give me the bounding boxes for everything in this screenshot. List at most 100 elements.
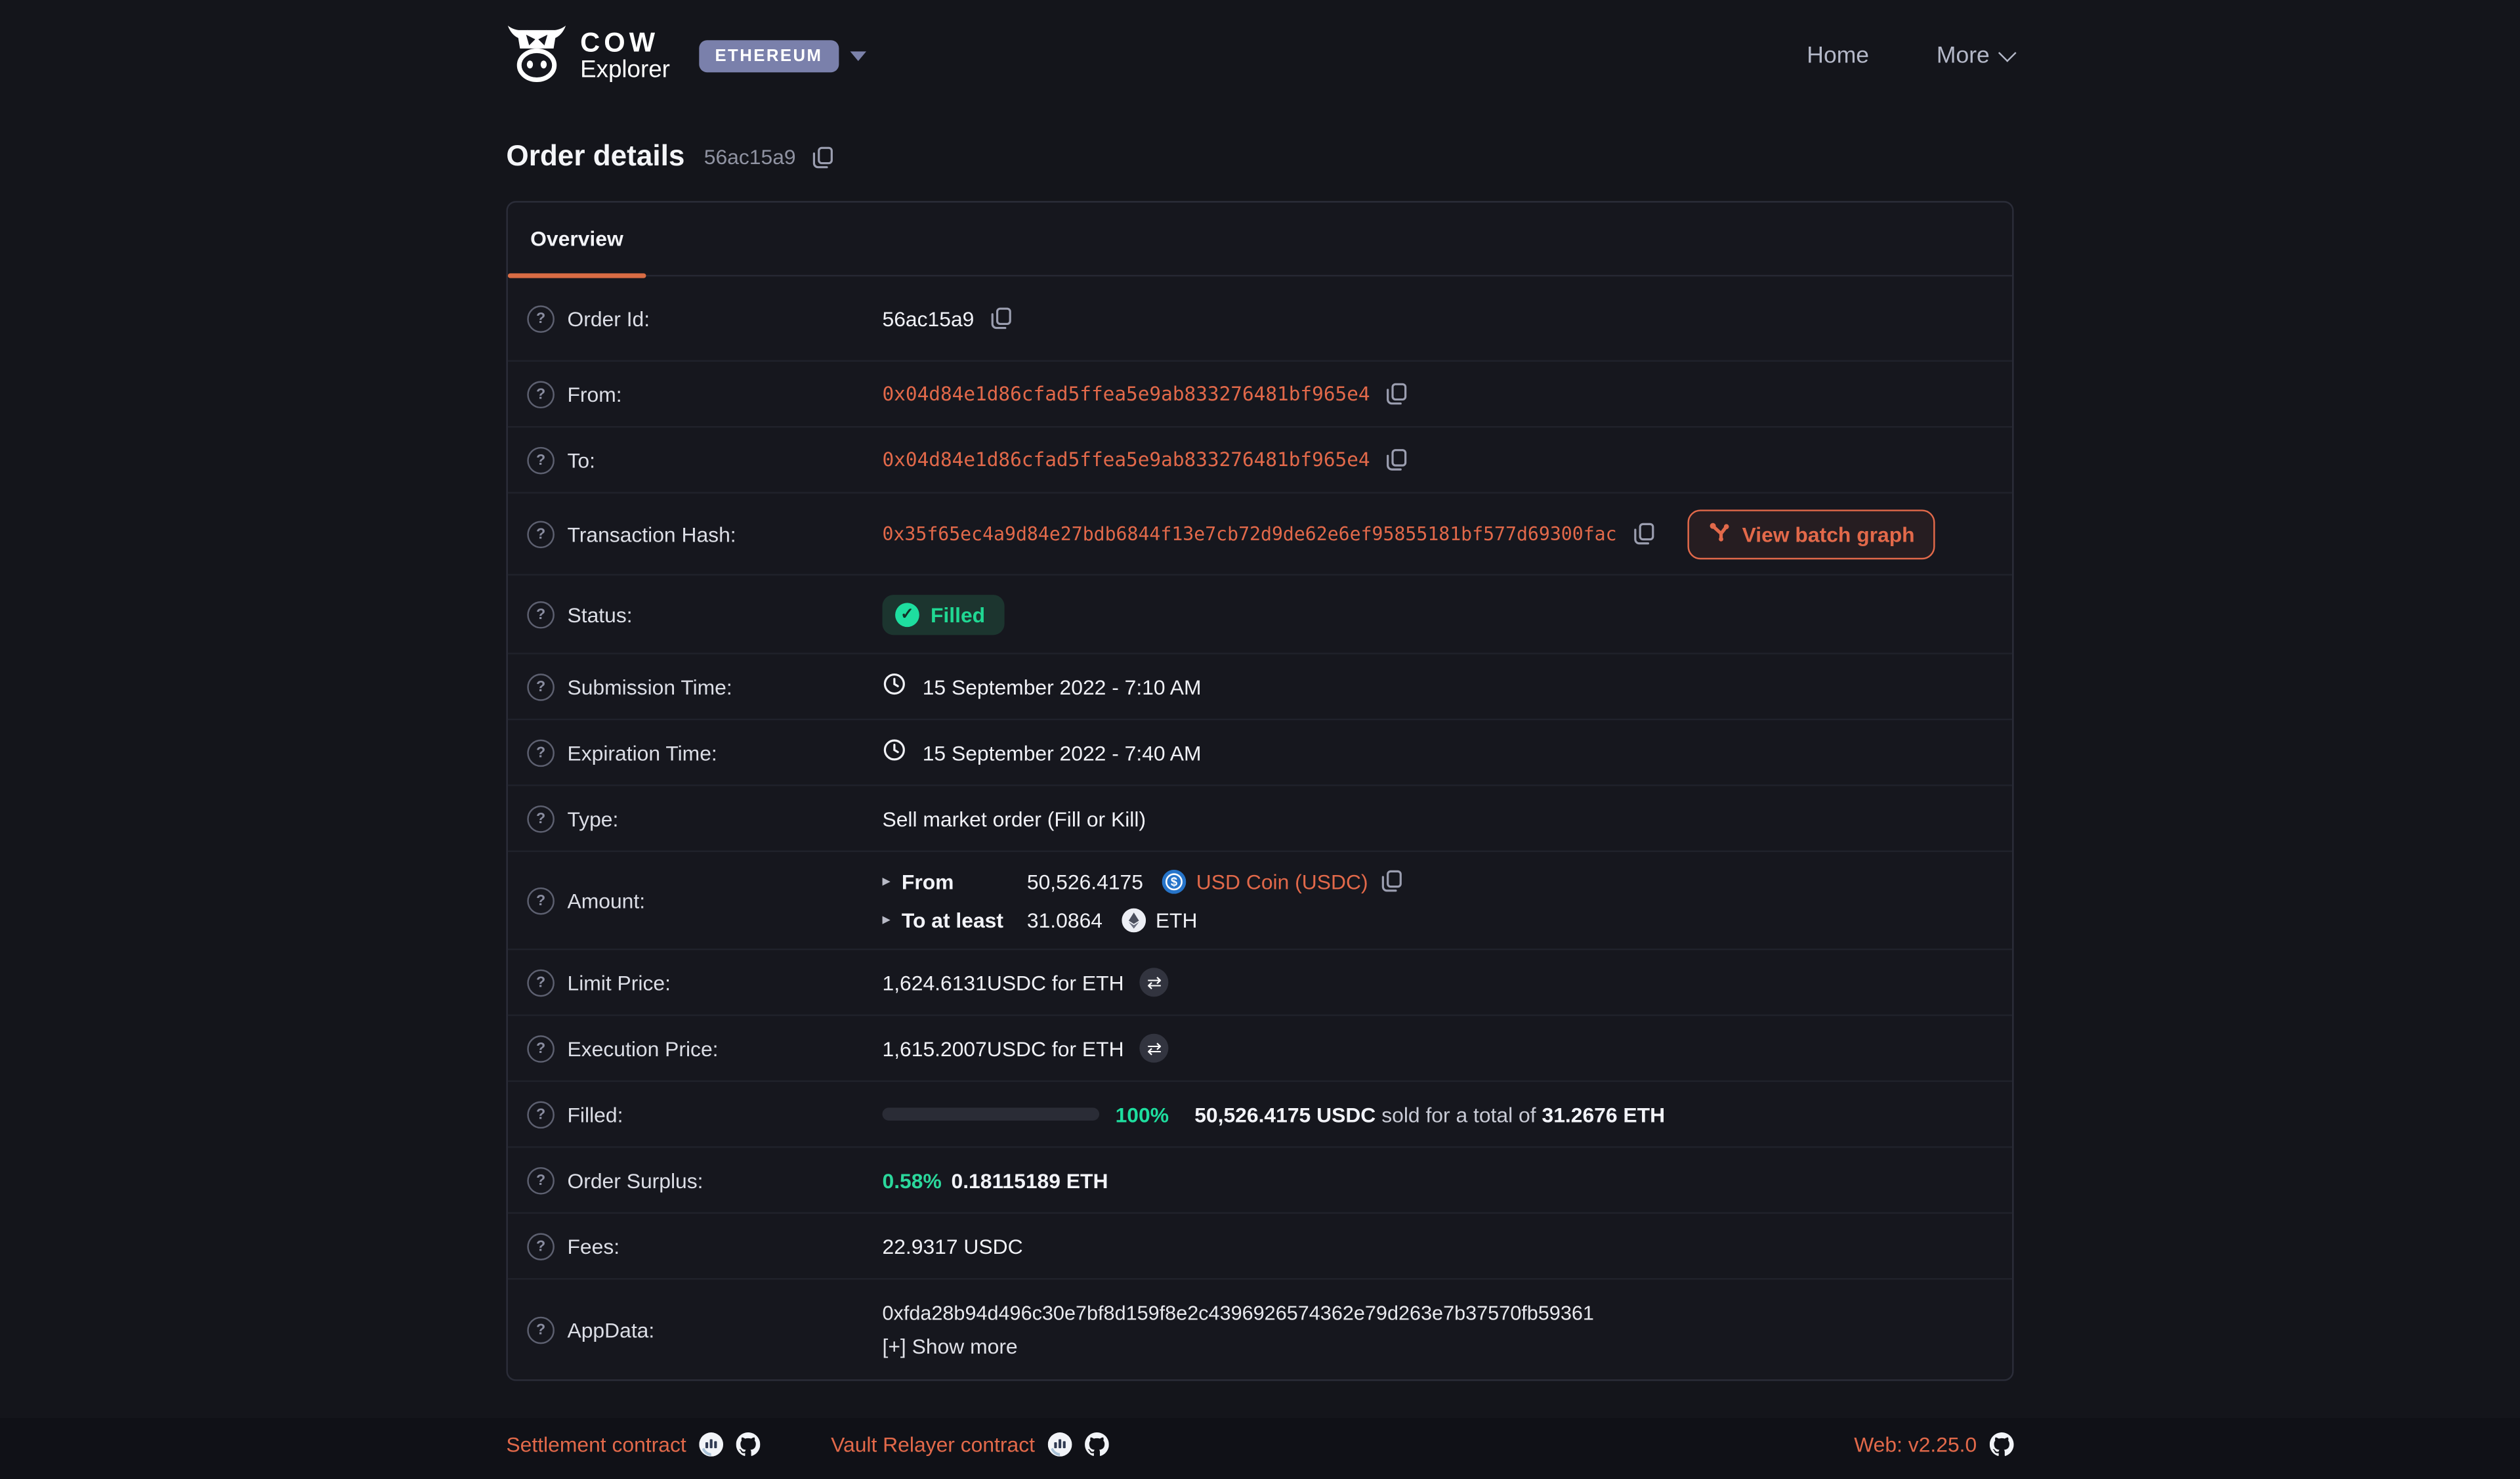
- help-icon[interactable]: ?: [527, 520, 555, 547]
- help-icon[interactable]: ?: [527, 1035, 555, 1062]
- row-label: Order Id:: [567, 307, 650, 331]
- page-title: Order details: [506, 140, 684, 173]
- nav-home-label: Home: [1807, 43, 1869, 69]
- tab-overview-label: Overview: [530, 226, 623, 251]
- help-icon[interactable]: ?: [527, 673, 555, 700]
- filled-summary: 50,526.4175 USDC sold for a total of 31.…: [1194, 1102, 1665, 1126]
- top-bar: COW Explorer ETHEREUM Home More: [506, 0, 2013, 90]
- status-badge: ✓ Filled: [882, 594, 1004, 634]
- copy-icon[interactable]: [1386, 383, 1408, 405]
- cow-explorer-logo[interactable]: COW Explorer: [506, 22, 669, 91]
- vault-relayer-contract-link[interactable]: Vault Relayer contract: [831, 1432, 1035, 1457]
- help-icon[interactable]: ?: [527, 1232, 555, 1260]
- clock-icon: [882, 672, 906, 701]
- from-address-link[interactable]: 0x04d84e1d86cfad5ffea5e9ab833276481bf965…: [882, 383, 1370, 405]
- filled-percent: 100%: [1116, 1102, 1169, 1126]
- help-icon[interactable]: ?: [527, 805, 555, 832]
- filled-summary-text: sold for a total of: [1381, 1102, 1536, 1126]
- footer: Settlement contract Vault Relayer contra…: [506, 1432, 2013, 1479]
- brand-line2: Explorer: [580, 58, 670, 83]
- row-expiration-time: ? Expiration Time: 15 September 2022 - 7:…: [508, 719, 2012, 784]
- row-label: Transaction Hash:: [567, 522, 736, 546]
- help-icon[interactable]: ?: [527, 887, 555, 914]
- row-label: Filled:: [567, 1102, 623, 1126]
- help-icon[interactable]: ?: [527, 380, 555, 408]
- network-graph-icon: [1708, 520, 1731, 547]
- surplus-percent: 0.58%: [882, 1168, 941, 1192]
- help-icon[interactable]: ?: [527, 739, 555, 766]
- amount-from-line: ▸ From 50,526.4175 $ USD Coin (USDC): [882, 869, 1403, 893]
- tab-bar: Overview: [508, 203, 2012, 277]
- help-icon[interactable]: ?: [527, 601, 555, 628]
- view-batch-graph-label: View batch graph: [1742, 522, 1915, 546]
- row-label: Execution Price:: [567, 1036, 718, 1060]
- amount-to-line: ▸ To at least 31.0864 ETH: [882, 907, 1403, 932]
- help-icon[interactable]: ?: [527, 1100, 555, 1128]
- tx-hash-link[interactable]: 0x35f65ec4a9d84e27bdb6844f13e7cb72d9de62…: [882, 523, 1616, 545]
- help-icon[interactable]: ?: [527, 446, 555, 474]
- row-label: AppData:: [567, 1318, 654, 1342]
- status-badge-label: Filled: [931, 602, 985, 626]
- amount-to-value: 31.0864: [1027, 907, 1102, 932]
- submission-time-value: 15 September 2022 - 7:10 AM: [923, 674, 1202, 698]
- github-icon[interactable]: [1990, 1432, 2014, 1457]
- copy-icon[interactable]: [1633, 523, 1655, 545]
- svg-text:$: $: [1171, 874, 1178, 888]
- web-version-link[interactable]: Web: v2.25.0: [1854, 1432, 1977, 1457]
- title-row: Order details 56ac15a9: [506, 140, 2013, 173]
- github-icon[interactable]: [736, 1432, 761, 1457]
- view-batch-graph-button[interactable]: View batch graph: [1687, 509, 1935, 559]
- nav-more[interactable]: More: [1937, 43, 2014, 69]
- row-type: ?Type: Sell market order (Fill or Kill): [508, 784, 2012, 850]
- fees-value: 22.9317 USDC: [882, 1234, 1022, 1258]
- expiration-time-value: 15 September 2022 - 7:40 AM: [923, 740, 1202, 765]
- amount-from-value: 50,526.4175: [1027, 869, 1143, 893]
- copy-icon[interactable]: [812, 146, 834, 168]
- footer-version-group: Web: v2.25.0: [1854, 1432, 2013, 1457]
- row-label: To:: [567, 448, 595, 472]
- row-limit-price: ?Limit Price: 1,624.6131USDC for ETH ⇄: [508, 949, 2012, 1014]
- copy-icon[interactable]: [990, 307, 1013, 330]
- brand-line1: COW: [580, 30, 670, 58]
- copy-icon[interactable]: [1381, 870, 1403, 892]
- row-to: ? To: 0x04d84e1d86cfad5ffea5e9ab833276481…: [508, 426, 2012, 492]
- invert-price-icon[interactable]: ⇄: [1140, 1034, 1169, 1063]
- caret-down-icon: [850, 51, 866, 61]
- row-label: Status:: [567, 602, 632, 626]
- settlement-contract-link[interactable]: Settlement contract: [506, 1432, 686, 1457]
- help-icon[interactable]: ?: [527, 305, 555, 332]
- invert-price-icon[interactable]: ⇄: [1140, 968, 1169, 997]
- order-id-value: 56ac15a9: [882, 307, 974, 331]
- row-label: Expiration Time:: [567, 740, 717, 765]
- etherscan-icon[interactable]: [1048, 1432, 1072, 1457]
- vault-relayer-contract-group: Vault Relayer contract: [831, 1432, 1109, 1457]
- nav-home[interactable]: Home: [1807, 43, 1869, 69]
- help-icon[interactable]: ?: [527, 1167, 555, 1194]
- amount-to-prefix: To at least: [902, 907, 1027, 932]
- to-address-link[interactable]: 0x04d84e1d86cfad5ffea5e9ab833276481bf965…: [882, 448, 1370, 471]
- help-icon[interactable]: ?: [527, 1316, 555, 1343]
- clock-icon: [882, 738, 906, 767]
- filled-total-amount: 31.2676 ETH: [1542, 1102, 1665, 1126]
- network-selector[interactable]: ETHEREUM: [699, 40, 866, 72]
- help-icon[interactable]: ?: [527, 969, 555, 997]
- filled-sold-amount: 50,526.4175 USDC: [1194, 1102, 1376, 1126]
- github-icon[interactable]: [1085, 1432, 1109, 1457]
- show-more-link[interactable]: [+] Show more: [882, 1333, 1593, 1358]
- amount-from-prefix: From: [902, 869, 1027, 893]
- row-execution-price: ?Execution Price: 1,615.2007USDC for ETH…: [508, 1014, 2012, 1080]
- etherscan-icon[interactable]: [699, 1432, 723, 1457]
- row-order-id: ? Order Id: 56ac15a9: [508, 276, 2012, 360]
- brand-wordmark: COW Explorer: [580, 30, 670, 83]
- network-badge: ETHEREUM: [699, 40, 839, 72]
- copy-icon[interactable]: [1386, 448, 1408, 471]
- row-transaction-hash: ? Transaction Hash: 0x35f65ec4a9d84e27bdb…: [508, 492, 2012, 574]
- usdc-token-link[interactable]: USD Coin (USDC): [1196, 869, 1368, 893]
- triangle-bullet-icon: ▸: [882, 872, 901, 890]
- row-from: ?From: 0x04d84e1d86cfad5ffea5e9ab8332764…: [508, 360, 2012, 426]
- type-value: Sell market order (Fill or Kill): [882, 806, 1146, 830]
- tab-overview[interactable]: Overview: [508, 203, 646, 275]
- triangle-bullet-icon: ▸: [882, 911, 901, 928]
- row-order-surplus: ?Order Surplus: 0.58% 0.18115189 ETH: [508, 1146, 2012, 1212]
- order-details-page: COW Explorer ETHEREUM Home More Order de…: [0, 0, 2520, 1418]
